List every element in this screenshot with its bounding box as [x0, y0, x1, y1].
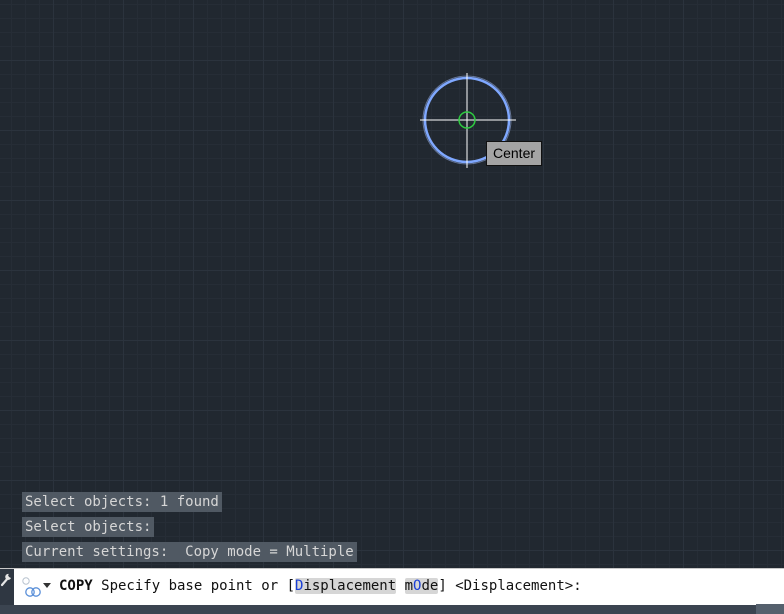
history-line: Current settings: Copy mode = Multiple: [22, 542, 357, 562]
status-strip: [0, 605, 784, 614]
command-line-handle[interactable]: [0, 569, 14, 605]
chevron-down-icon[interactable]: [43, 583, 51, 588]
option-mode[interactable]: mOde: [404, 578, 439, 594]
wrench-icon[interactable]: [0, 572, 14, 588]
command-history-icon[interactable]: [20, 575, 42, 599]
drawing-layer: [420, 73, 516, 168]
osnap-tooltip: Center: [486, 141, 543, 166]
option-text: isplacement: [303, 578, 397, 594]
command-line-bar[interactable]: COPY Specify base point or [Displacement…: [0, 568, 784, 605]
prompt-separator: [396, 578, 404, 594]
history-line: Select objects:: [22, 517, 155, 537]
option-displacement[interactable]: Displacement: [295, 578, 397, 594]
history-line: Select objects: 1 found: [22, 492, 222, 512]
option-text: m: [404, 578, 414, 594]
prompt-text-end: ] <Displacement>:: [438, 578, 582, 594]
scrollbar-stub[interactable]: [756, 604, 784, 614]
prompt-text: Specify base point or [: [92, 578, 296, 594]
drawing-canvas[interactable]: Center Select objects: 1 found Select ob…: [0, 0, 784, 568]
option-text: de: [421, 578, 439, 594]
active-command: COPY: [59, 578, 93, 594]
command-prompt[interactable]: COPY Specify base point or [Displacement…: [59, 569, 582, 605]
